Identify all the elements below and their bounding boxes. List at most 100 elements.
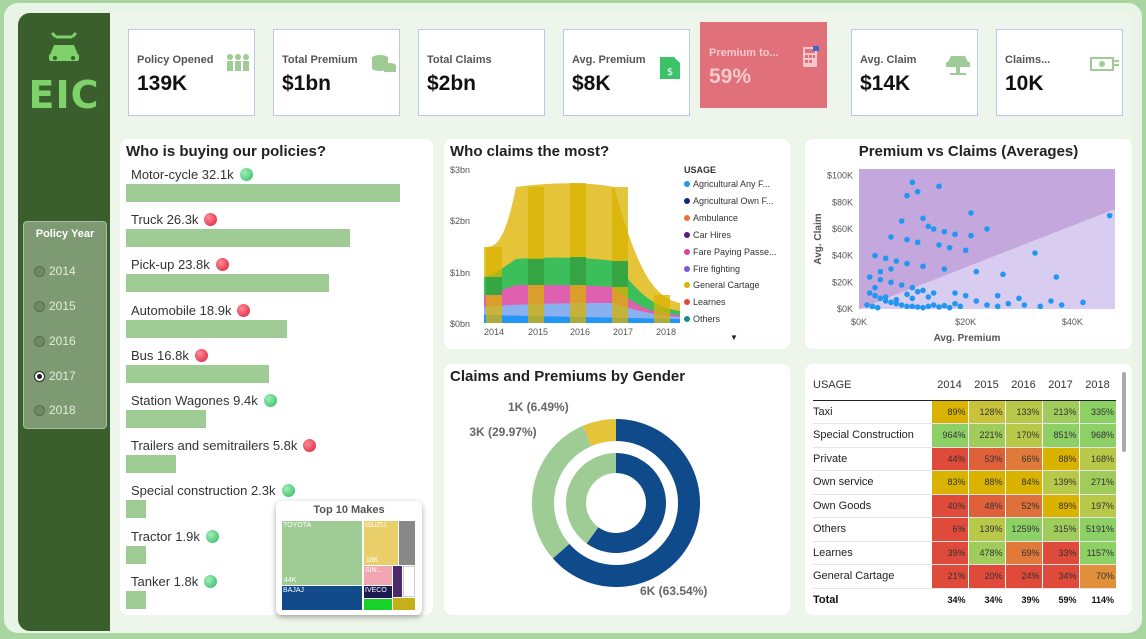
scatter-point[interactable]	[941, 228, 948, 235]
chevron-down-icon[interactable]: ▼	[730, 333, 738, 342]
scatter-point[interactable]	[888, 299, 894, 306]
scatter-point[interactable]	[952, 290, 958, 296]
kpi-total-premium[interactable]: Total Premium $1bn	[273, 29, 400, 116]
scatter-point[interactable]	[882, 255, 889, 262]
scatter-point[interactable]	[864, 302, 870, 308]
legend-item[interactable]: Agricultural Own F...	[684, 196, 774, 206]
scatter-point[interactable]	[920, 215, 926, 222]
scatter-point[interactable]	[1053, 274, 1060, 280]
scatter-point[interactable]	[946, 244, 953, 251]
legend-item[interactable]: Others	[684, 314, 720, 324]
treemap-cell-iveco[interactable]: IVECO	[364, 586, 392, 598]
scatter-point[interactable]	[920, 287, 926, 294]
scatter-point[interactable]	[968, 210, 974, 216]
scatter-point[interactable]	[909, 295, 916, 302]
buyer-bar[interactable]	[126, 410, 207, 428]
slicer-item-2016[interactable]: 2016	[34, 334, 76, 348]
treemap-cell[interactable]	[364, 599, 392, 610]
scatter-point[interactable]	[904, 236, 910, 243]
treemap-cell-toyota[interactable]: TOYOTA 44K	[282, 521, 362, 585]
scatter-point[interactable]	[925, 294, 932, 300]
radio-button[interactable]	[34, 335, 45, 347]
scatter-point[interactable]	[914, 288, 921, 295]
matrix-header-usage[interactable]: USAGE	[813, 370, 931, 401]
matrix-header-year[interactable]: 2015	[968, 370, 1005, 401]
scatter-point[interactable]	[994, 292, 1001, 299]
scatter-point[interactable]	[1048, 298, 1054, 304]
scatter-point[interactable]	[914, 188, 921, 195]
scatter-point[interactable]	[882, 294, 889, 300]
scatter-point[interactable]	[904, 260, 910, 267]
scatter-point[interactable]	[893, 296, 900, 303]
legend-item[interactable]: Agricultural Any F...	[684, 179, 770, 189]
scatter-point[interactable]	[925, 303, 932, 310]
scatter-point[interactable]	[920, 304, 926, 311]
matrix-row[interactable]: Others 6% 139% 1259% 315% 5191%	[813, 517, 1116, 542]
scatter-point[interactable]	[968, 232, 974, 239]
scatter-point[interactable]	[1080, 299, 1086, 306]
scatter-point[interactable]	[1058, 302, 1065, 308]
scatter-point[interactable]	[904, 192, 910, 199]
scatter-point[interactable]	[888, 234, 894, 240]
scatter-point[interactable]	[866, 290, 873, 296]
scatter-point[interactable]	[893, 258, 900, 264]
slicer-item-2018[interactable]: 2018	[34, 403, 76, 417]
scatter-point[interactable]	[909, 284, 916, 291]
scatter-point[interactable]	[869, 303, 876, 310]
scatter-point[interactable]	[973, 298, 980, 304]
scatter-point[interactable]	[914, 239, 921, 246]
scatter-point[interactable]	[904, 303, 910, 310]
treemap-cell[interactable]	[393, 598, 415, 610]
matrix-header-year[interactable]: 2014	[931, 370, 968, 401]
buyer-bar[interactable]	[126, 590, 146, 609]
treemap-cell[interactable]	[399, 521, 415, 565]
scatter-point[interactable]	[877, 276, 884, 283]
scatter-point[interactable]	[941, 302, 948, 309]
scatter-point[interactable]	[898, 282, 905, 288]
scatter-point[interactable]	[1005, 300, 1012, 307]
scatter-point[interactable]	[994, 303, 1001, 310]
kpi-avg-premium[interactable]: Avg. Premium $8K $	[563, 29, 690, 116]
treemap-cell-bajaj[interactable]: BAJAJ	[282, 586, 362, 610]
scatter-point[interactable]	[872, 292, 878, 299]
radio-button[interactable]	[34, 265, 45, 277]
scatter-point[interactable]	[930, 226, 937, 232]
scatter-point[interactable]	[904, 291, 910, 298]
kpi-claims-count[interactable]: Claims... 10K	[996, 29, 1123, 116]
scatter-point[interactable]	[909, 303, 916, 310]
kpi-total-claims[interactable]: Total Claims $2bn	[418, 29, 545, 116]
scatter-point[interactable]	[872, 252, 878, 259]
scatter-point[interactable]	[930, 302, 937, 308]
radio-button-selected[interactable]	[34, 370, 45, 382]
scatter-point[interactable]	[1000, 271, 1006, 278]
legend-item[interactable]: General Cartage	[684, 280, 760, 290]
matrix-header-year[interactable]: 2017	[1042, 370, 1079, 401]
scatter-point[interactable]	[872, 284, 878, 291]
radio-button[interactable]	[34, 404, 45, 416]
scatter-point[interactable]	[984, 226, 990, 232]
scatter-point[interactable]	[962, 247, 969, 254]
buyer-bar[interactable]	[126, 274, 330, 293]
scatter-point[interactable]	[914, 304, 921, 310]
slicer-item-2015[interactable]: 2015	[34, 299, 76, 313]
matrix-row[interactable]: Taxi 89% 128% 133% 213% 335%	[813, 400, 1116, 424]
buyer-bar[interactable]	[126, 500, 146, 519]
matrix-row[interactable]: General Cartage 21% 20% 24% 34% 70%	[813, 564, 1116, 589]
scatter-point[interactable]	[874, 304, 881, 311]
scatter-point[interactable]	[946, 304, 953, 311]
scatter-point[interactable]	[973, 268, 980, 275]
radio-button[interactable]	[34, 300, 45, 312]
slicer-item-2014[interactable]: 2014	[34, 264, 76, 278]
inner-ring-slice[interactable]	[566, 453, 616, 544]
slicer-item-2017[interactable]: 2017	[34, 369, 76, 383]
treemap-cell[interactable]	[393, 566, 402, 597]
buyer-bar[interactable]	[126, 319, 288, 338]
scatter-point[interactable]	[888, 279, 894, 286]
scatter-point[interactable]	[920, 263, 926, 270]
treemap-cell[interactable]	[403, 566, 415, 597]
kpi-policy-opened[interactable]: Policy Opened 139K	[128, 29, 255, 116]
kpi-avg-claim[interactable]: Avg. Claim $14K	[851, 29, 978, 116]
scatter-point[interactable]	[898, 218, 905, 224]
scatter-point[interactable]	[925, 223, 932, 230]
scatter-point[interactable]	[941, 266, 948, 272]
